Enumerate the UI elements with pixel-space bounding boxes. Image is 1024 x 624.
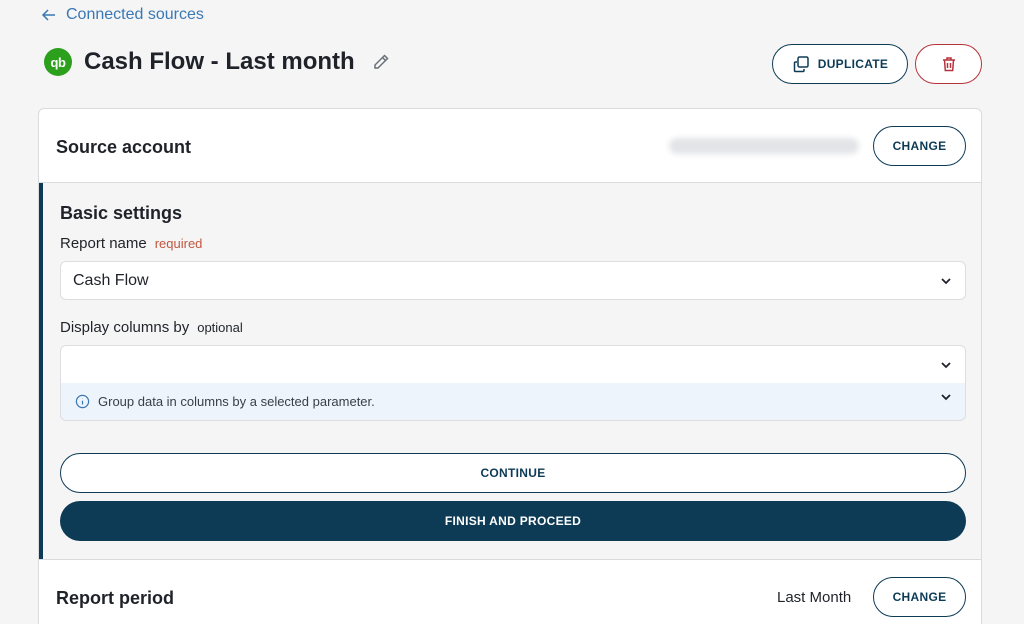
copy-icon [793, 56, 809, 73]
back-link-label: Connected sources [66, 6, 204, 23]
arrow-left-icon [41, 9, 55, 21]
trash-icon [942, 57, 955, 72]
source-account-email-redacted [669, 138, 859, 154]
period-change-button[interactable]: CHANGE [873, 577, 966, 617]
report-name-label-text: Report name [60, 235, 147, 252]
delete-button[interactable] [915, 44, 982, 84]
quickbooks-logo-text: qb [50, 54, 66, 70]
report-name-label: Report name required [60, 235, 202, 252]
period-change-label: CHANGE [892, 590, 947, 604]
basic-settings-section: Basic settings Report name required Cash… [39, 183, 981, 559]
basic-settings-title: Basic settings [60, 203, 183, 223]
display-columns-select[interactable] [60, 345, 966, 384]
report-name-value: Cash Flow [73, 271, 149, 289]
source-account-label: Source account [56, 137, 192, 157]
report-period-value: Last Month [777, 589, 852, 606]
display-columns-label: Display columns by optional [60, 319, 243, 336]
info-icon [75, 394, 90, 409]
back-link[interactable]: Connected sources [40, 6, 204, 24]
finish-label: FINISH AND PROCEED [444, 514, 582, 528]
source-change-button[interactable]: CHANGE [873, 126, 966, 166]
chevron-down-icon [941, 278, 951, 285]
duplicate-button[interactable]: DUPLICATE [772, 44, 908, 84]
display-columns-info-text: Group data in columns by a selected para… [98, 394, 375, 409]
report-period-row: Report period Last Month CHANGE [39, 559, 981, 624]
display-columns-label-text: Display columns by [60, 319, 190, 336]
finish-and-proceed-button[interactable]: FINISH AND PROCEED [60, 501, 966, 541]
optional-tag: optional [197, 320, 243, 335]
quickbooks-logo: qb [44, 48, 72, 76]
chevron-down-icon[interactable] [939, 390, 953, 404]
continue-label: CONTINUE [480, 466, 546, 480]
report-name-select[interactable]: Cash Flow [60, 261, 966, 300]
title-row: qb Cash Flow - Last month [44, 48, 391, 76]
source-change-label: CHANGE [892, 139, 947, 153]
continue-button[interactable]: CONTINUE [60, 453, 966, 493]
report-period-label: Report period [56, 588, 175, 608]
duplicate-label: DUPLICATE [817, 57, 889, 71]
pencil-icon[interactable] [371, 52, 391, 72]
report-settings-card: Source account CHANGE Basic settings Rep… [38, 108, 982, 624]
chevron-down-icon [941, 362, 951, 369]
source-account-row: Source account CHANGE [39, 109, 981, 183]
required-tag: required [154, 236, 203, 251]
display-columns-info[interactable]: Group data in columns by a selected para… [60, 383, 966, 421]
page-title: Cash Flow - Last month [84, 48, 355, 75]
